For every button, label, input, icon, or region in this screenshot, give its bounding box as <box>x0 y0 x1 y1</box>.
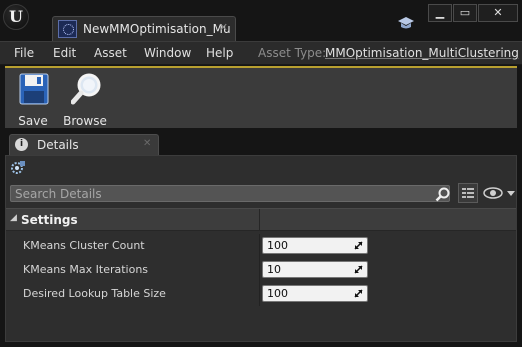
close-details-icon[interactable]: ✕ <box>143 138 151 149</box>
menu-asset[interactable]: Asset <box>94 46 127 60</box>
drag-handle-icon[interactable] <box>354 265 363 274</box>
menu-edit[interactable]: Edit <box>53 46 76 60</box>
property-value: 100 <box>267 287 288 300</box>
close-window-button[interactable]: ✕ <box>478 4 518 22</box>
collapse-arrow-icon[interactable]: ◢ <box>10 213 17 223</box>
save-label: Save <box>18 114 48 128</box>
desired-lookup-table-size-input[interactable]: 100 <box>262 285 368 302</box>
menu-bar: File Edit Asset Window Help Asset Type: … <box>0 41 522 65</box>
property-label: Desired Lookup Table Size <box>23 287 166 300</box>
asset-type-link[interactable]: MMOptimisation_MultiClustering <box>325 46 519 60</box>
menu-window[interactable]: Window <box>144 46 191 60</box>
kmeans-cluster-count-input[interactable]: 100 <box>262 237 368 254</box>
property-row-desired-lookup-table-size: Desired Lookup Table Size 100 <box>6 282 516 306</box>
grid-icon <box>462 188 474 198</box>
property-label: KMeans Cluster Count <box>23 239 145 252</box>
browse-label: Browse <box>63 114 107 128</box>
search-details-input[interactable] <box>15 187 425 201</box>
maximize-button[interactable]: ▭ <box>453 4 477 22</box>
drag-handle-icon[interactable] <box>354 289 363 298</box>
title-bar: U NewMMOptimisation_Mu ✕ ▁ ▭ ✕ <box>0 0 522 41</box>
toolbar: Save Browse <box>5 66 517 128</box>
minimize-button[interactable]: ▁ <box>428 4 452 22</box>
floppy-disk-icon <box>19 73 49 105</box>
property-value: 10 <box>267 263 281 276</box>
property-value: 100 <box>267 239 288 252</box>
asset-settings-icon[interactable] <box>10 160 26 176</box>
graduation-cap-icon[interactable] <box>398 15 414 31</box>
column-splitter[interactable] <box>259 282 260 306</box>
kmeans-max-iterations-input[interactable]: 10 <box>262 261 368 278</box>
search-icon[interactable] <box>435 187 450 202</box>
column-divider <box>259 209 260 231</box>
browse-button[interactable]: Browse <box>59 72 111 128</box>
close-tab-icon[interactable]: ✕ <box>219 21 228 34</box>
info-icon: i <box>15 138 28 151</box>
details-tab[interactable]: i Details ✕ <box>9 134 159 155</box>
asset-type-label: Asset Type: <box>258 46 327 60</box>
asset-document-tab-label: NewMMOptimisation_Mu <box>83 22 231 36</box>
settings-section-header[interactable]: ◢ Settings <box>6 208 516 231</box>
details-panel: ◢ Settings KMeans Cluster Count 100 KMea… <box>5 155 517 342</box>
visibility-eye-icon[interactable] <box>483 186 515 200</box>
menu-help[interactable]: Help <box>206 46 233 60</box>
property-label: KMeans Max Iterations <box>23 263 149 276</box>
asset-type-icon <box>58 20 77 38</box>
unreal-logo-icon[interactable]: U <box>3 4 29 30</box>
magnifier-icon <box>71 73 101 105</box>
menu-file[interactable]: File <box>14 46 34 60</box>
property-row-kmeans-max-iterations: KMeans Max Iterations 10 <box>6 258 516 282</box>
property-row-kmeans-cluster-count: KMeans Cluster Count 100 <box>6 234 516 258</box>
search-box[interactable] <box>10 185 450 202</box>
column-splitter[interactable] <box>259 234 260 258</box>
drag-handle-icon[interactable] <box>354 241 363 250</box>
settings-section-title: Settings <box>21 213 78 227</box>
column-splitter[interactable] <box>259 258 260 282</box>
asset-document-tab[interactable]: NewMMOptimisation_Mu ✕ <box>52 16 236 41</box>
details-tab-label: Details <box>37 138 79 152</box>
save-button[interactable]: Save <box>7 72 59 128</box>
property-matrix-button[interactable] <box>458 183 478 203</box>
